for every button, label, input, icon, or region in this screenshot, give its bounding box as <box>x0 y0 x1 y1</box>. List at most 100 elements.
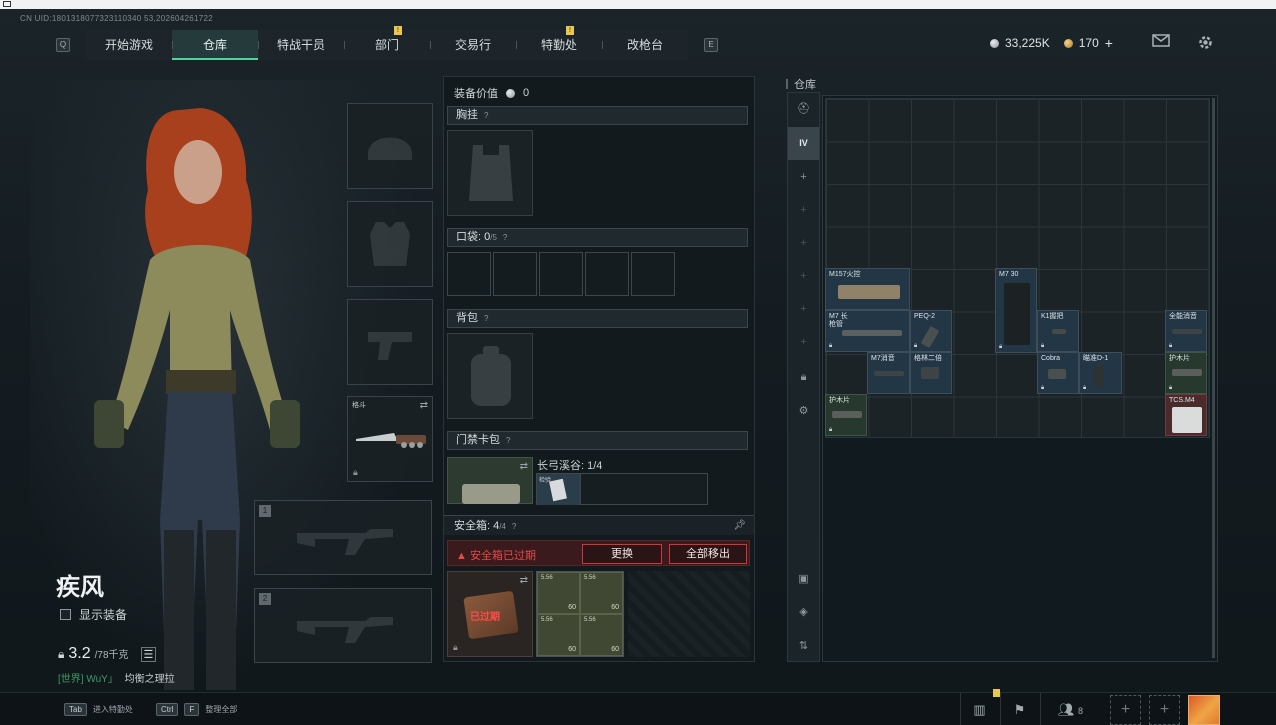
help-icon[interactable]: ? <box>506 436 510 445</box>
ammo-item[interactable]: 5.56 60 <box>537 572 580 614</box>
warehouse-item[interactable]: PEQ-2 🔒︎ <box>910 310 952 352</box>
melee-slot[interactable]: 格斗 ⇄ 🔒︎ <box>347 396 433 482</box>
layers-icon[interactable]: ◈ <box>788 596 819 629</box>
top-nav: Q 开始游戏 仓库 特战干员 部门! 交易行 特勤处! 改枪台 E <box>56 26 718 60</box>
add-tab-icon[interactable]: + <box>788 260 819 293</box>
slot-number: 2 <box>259 593 271 605</box>
keycard-item[interactable]: 检验 <box>537 474 581 505</box>
backpack-icon <box>471 346 511 406</box>
warehouse-scrollbar[interactable] <box>1212 98 1215 658</box>
warehouse-item[interactable]: 格林二倍 <box>910 352 952 394</box>
sort-icon[interactable]: ⇅ <box>788 630 819 663</box>
key-hint: Tab <box>64 703 87 716</box>
help-icon[interactable]: ? <box>503 233 507 242</box>
list-icon[interactable]: ☰ <box>140 647 157 662</box>
swap-icon[interactable]: ⇄ <box>520 575 528 586</box>
lock-icon: 🔒︎ <box>1041 343 1045 349</box>
show-equipment-checkbox[interactable] <box>60 609 71 620</box>
safe-box-slot[interactable]: ⇄ 已过期 🔒︎ <box>447 571 533 657</box>
ammo-item[interactable]: 5.56 60 <box>580 572 623 614</box>
add-teammate-button[interactable]: + <box>1149 695 1180 725</box>
warehouse-item[interactable]: 瞄准D-1 🔒︎ <box>1079 352 1122 394</box>
pocket-slot[interactable] <box>447 252 491 296</box>
chat-line[interactable]: [世界] WuY」 均衡之理拉 <box>58 670 175 685</box>
lock-icon: 🔒︎ <box>1083 385 1087 391</box>
warehouse-item[interactable]: Cobra 🔒︎ <box>1037 352 1079 394</box>
tab-warehouse[interactable]: 仓库 <box>172 30 258 60</box>
warehouse-item[interactable]: M7消音 <box>867 352 910 394</box>
id-card-icon[interactable]: ▣ <box>788 563 819 596</box>
keycard-bag-label: 门禁卡包 <box>456 434 500 446</box>
add-tab-icon[interactable]: + <box>788 326 819 359</box>
chest-rig-slot[interactable] <box>447 130 533 216</box>
warehouse-item[interactable]: K1握把 🔒︎ <box>1037 310 1079 352</box>
slot-number: 1 <box>259 505 271 517</box>
handguard-icon <box>832 411 862 418</box>
tab-department[interactable]: 部门! <box>344 26 430 60</box>
settings-icon[interactable]: ⚙︎ <box>788 395 819 428</box>
primary-weapon-slot-1[interactable]: 1 <box>254 500 432 575</box>
suppressor-icon <box>874 371 904 376</box>
help-icon[interactable]: ? <box>512 522 516 531</box>
swap-icon[interactable]: ⇄ <box>520 461 528 472</box>
lock-icon[interactable]: 🔒︎ <box>788 361 819 394</box>
hint-sort-all[interactable]: Ctrl F 整理全部 <box>156 703 237 716</box>
warehouse-item[interactable]: TCS.M4 <box>1165 394 1207 436</box>
add-tab-icon[interactable]: + <box>788 293 819 326</box>
add-teammate-button[interactable]: + <box>1110 695 1141 725</box>
armor-slot[interactable] <box>347 201 433 287</box>
add-tab-icon[interactable]: + <box>788 161 819 194</box>
pistol-slot[interactable] <box>347 299 433 385</box>
helmet-filter-icon[interactable]: ⛑︎ <box>788 93 819 126</box>
pocket-slot[interactable] <box>539 252 583 296</box>
window-strip <box>0 0 1276 9</box>
remove-all-button[interactable]: 全部移出 <box>669 544 747 564</box>
swap-icon[interactable]: ⇄ <box>420 400 428 411</box>
lock-icon: 🔒︎ <box>1041 385 1045 391</box>
friends-button[interactable]: 👥︎ 8 <box>1040 693 1100 725</box>
pocket-slot[interactable] <box>585 252 629 296</box>
helmet-slot[interactable] <box>347 103 433 189</box>
warehouse-item[interactable]: 护木片 🔒︎ <box>825 394 867 436</box>
ammo-item[interactable]: 5.56 60 <box>537 614 580 656</box>
pin-icon[interactable]: 📌︎ <box>733 516 746 536</box>
gear-icon[interactable] <box>1195 34 1215 52</box>
notification-flag <box>993 689 1000 697</box>
warehouse-item[interactable]: 全能消音 🔒︎ <box>1165 310 1207 352</box>
add-currency-button[interactable]: + <box>1105 35 1113 51</box>
warehouse-item[interactable]: M7 长枪管 🔒︎ <box>825 310 910 352</box>
warehouse-item[interactable]: M7 30 🔒︎ <box>995 268 1037 353</box>
replace-button[interactable]: 更换 <box>582 544 662 564</box>
add-tab-icon[interactable]: + <box>788 227 819 260</box>
hint-special-ops[interactable]: Tab 进入特勤处 <box>64 703 133 716</box>
nav-next-key[interactable]: E <box>704 38 718 52</box>
lock-icon: 🔒︎ <box>453 642 458 652</box>
nav-prev-key[interactable]: Q <box>56 38 70 52</box>
stats-icon[interactable]: ▥ <box>960 689 1000 725</box>
primary-weapon-slot-2[interactable]: 2 <box>254 588 432 663</box>
tab-storage-iv[interactable]: IV <box>788 127 819 160</box>
backpack-slot[interactable] <box>447 333 533 419</box>
add-tab-icon[interactable]: + <box>788 194 819 227</box>
tab-start-game[interactable]: 开始游戏 <box>86 30 172 60</box>
warehouse-item[interactable]: 护木片 🔒︎ <box>1165 352 1207 394</box>
warehouse-item[interactable]: M157火控 <box>825 268 910 310</box>
pocket-slot[interactable] <box>493 252 537 296</box>
avatar[interactable] <box>1188 695 1220 725</box>
safe-expired-stamp: 已过期 <box>470 612 500 623</box>
tab-special-ops[interactable]: 特勤处! <box>516 26 602 60</box>
nav-tabs: 开始游戏 仓库 特战干员 部门! 交易行 特勤处! 改枪台 <box>86 26 688 60</box>
flag-icon[interactable]: ⚑ <box>1000 693 1038 725</box>
mail-icon[interactable] <box>1151 34 1171 52</box>
tab-market[interactable]: 交易行 <box>430 30 516 60</box>
tab-gunsmith[interactable]: 改枪台 <box>602 30 688 60</box>
help-icon[interactable]: ? <box>484 314 488 323</box>
pockets-label: 口袋: <box>456 231 482 243</box>
help-icon[interactable]: ? <box>484 111 488 120</box>
ammo-item[interactable]: 5.56 60 <box>580 614 623 656</box>
keycard-bag-slot[interactable]: ⇄ <box>447 457 533 504</box>
pocket-slot[interactable] <box>631 252 675 296</box>
show-equipment-toggle[interactable]: 显示装备 <box>60 606 127 623</box>
warehouse-panel: M157火控 M7 30 🔒︎ M7 长枪管 🔒︎ PEQ-2 🔒︎ K1握把 … <box>822 95 1218 662</box>
tab-operators[interactable]: 特战干员 <box>258 30 344 60</box>
